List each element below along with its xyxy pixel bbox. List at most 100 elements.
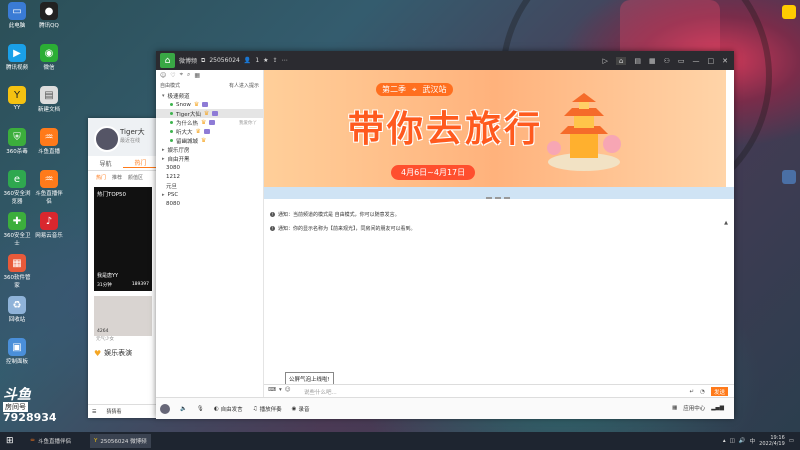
desktop-icon-tencent-video[interactable]: ▶ 腾讯视频 bbox=[2, 44, 32, 71]
emoji-icon[interactable]: ☺ bbox=[285, 387, 291, 393]
bottom-label[interactable]: 猜猜看 bbox=[106, 408, 121, 415]
event-banner[interactable]: 第二季 ⌖ 武汉站 带你去旅行 4月6日~4月17日 bbox=[264, 70, 726, 187]
member-row[interactable]: 留幽城城 ♛ bbox=[156, 136, 263, 145]
tray-expand-icon[interactable]: ▴ bbox=[723, 438, 726, 444]
yy-icon: Y bbox=[8, 86, 26, 104]
share-icon[interactable]: ⇪ bbox=[273, 57, 278, 64]
video-icon[interactable]: ▷ bbox=[603, 57, 608, 65]
app-icon[interactable] bbox=[782, 170, 796, 184]
clock[interactable]: 19:16 2022/4/19 bbox=[759, 435, 785, 447]
enter-hint[interactable]: 有人进入提示 bbox=[229, 82, 259, 89]
subtab-hot[interactable]: 热门 bbox=[96, 174, 106, 181]
desktop-icon-netease-music[interactable]: ♪ 网易云音乐 bbox=[34, 212, 64, 239]
input-actions: ↵ ◔ 发送 bbox=[690, 387, 728, 396]
home-icon[interactable]: ⌂ bbox=[615, 56, 627, 65]
window-icon[interactable]: ▭ bbox=[678, 57, 685, 65]
channel-id: 25056024 bbox=[209, 57, 240, 64]
record-button[interactable]: ◉ 录音 bbox=[292, 405, 310, 413]
network-icon[interactable]: ◫ bbox=[730, 438, 735, 444]
member-row[interactable]: Snow ♛ bbox=[156, 100, 263, 109]
panel-tabs: 导航 热门 bbox=[88, 156, 158, 171]
maximize-button[interactable]: □ bbox=[708, 57, 715, 65]
section-entertainment[interactable]: ♥ 娱乐表演 bbox=[88, 342, 158, 358]
card-duration: 31分钟 bbox=[97, 283, 112, 288]
minimize-button[interactable]: — bbox=[693, 57, 700, 65]
accompaniment-button[interactable]: ♫ 播放伴奏 bbox=[253, 405, 282, 413]
desktop-icon-yy[interactable]: Y YY bbox=[2, 86, 32, 111]
free-speak-button[interactable]: ◐ 自由发言 bbox=[214, 405, 243, 413]
home-logo-icon[interactable]: ⌂ bbox=[160, 53, 175, 68]
banner-pager[interactable] bbox=[486, 197, 510, 199]
user-icon: 👤 bbox=[243, 57, 252, 64]
notification-icon[interactable]: ▭ bbox=[789, 438, 794, 444]
speaker-control[interactable]: 🔈 bbox=[180, 406, 187, 412]
desktop-icon-360-browser[interactable]: e 360安全浏览器 bbox=[2, 170, 32, 205]
online-dot-icon bbox=[170, 103, 173, 106]
desktop-icon-qq[interactable]: ● 腾讯QQ bbox=[34, 2, 64, 29]
member-row-selected[interactable]: Tiger大仙 ♛ bbox=[156, 109, 263, 118]
sub-channel[interactable]: ▸ 自由开黑 bbox=[156, 154, 263, 163]
keyboard-icon[interactable]: ⌨ bbox=[268, 387, 276, 393]
desktop-icon-douyu-companion[interactable]: ♒ 斗鱼直播伴侣 bbox=[34, 170, 64, 205]
computer-icon: ▭ bbox=[8, 2, 26, 20]
subtab-beauty[interactable]: 颜值区 bbox=[128, 174, 143, 181]
sub-channel-name: 娱乐厅房 bbox=[167, 147, 190, 154]
taskbar-app[interactable]: ♒ 斗鱼直播伴侣 bbox=[26, 434, 75, 448]
sub-channel[interactable]: 元旦 bbox=[156, 181, 263, 190]
star-icon[interactable]: ★ bbox=[263, 57, 268, 64]
desktop-icon-this-pc[interactable]: ▭ 此电脑 bbox=[2, 2, 32, 29]
member-row[interactable]: 为什么热 ♛ 我爱你丫 bbox=[156, 118, 263, 127]
sub-channel[interactable]: 3080 bbox=[156, 163, 263, 172]
grid-icon[interactable]: ▦ bbox=[194, 72, 200, 79]
channel-root[interactable]: ▾ 极速频道 bbox=[156, 91, 263, 100]
desktop-icon-360-antivirus[interactable]: ⛨ 360杀毒 bbox=[2, 128, 32, 155]
more-icon[interactable]: ⋯ bbox=[282, 57, 288, 64]
windows-start-icon[interactable]: ⊞ bbox=[6, 436, 14, 446]
sub-channel[interactable]: ▸ PSC bbox=[156, 190, 263, 199]
tab-nav[interactable]: 导航 bbox=[88, 159, 123, 168]
send-button[interactable]: 发送 bbox=[710, 387, 728, 396]
notice-text: 通知：你的显示名称为【前来观光】，同房间的朋友可以看到。 bbox=[278, 225, 416, 232]
chevron-down-icon[interactable]: ▾ bbox=[279, 387, 282, 393]
people-icon[interactable]: ☺ bbox=[160, 72, 166, 79]
app-center-button[interactable]: 应用中心 bbox=[683, 404, 705, 412]
close-button[interactable]: ✕ bbox=[722, 57, 728, 65]
desktop-icon-new-doc[interactable]: ▤ 新建文档 bbox=[34, 86, 64, 113]
desktop-icon-360-guard[interactable]: ✚ 360安全卫士 bbox=[2, 212, 32, 247]
enter-icon[interactable]: ↵ bbox=[690, 389, 695, 395]
hot-top-card[interactable]: 热门TOP50 我是唐YY 31分钟 189397 bbox=[94, 187, 152, 291]
banner-city: 武汉站 bbox=[422, 85, 447, 94]
gamepad-icon[interactable]: ⚇ bbox=[664, 57, 670, 65]
location-icon[interactable]: ⌖ bbox=[180, 71, 183, 79]
desktop-icon-douyu[interactable]: ♒ 斗鱼直播 bbox=[34, 128, 64, 155]
app-icon[interactable] bbox=[782, 5, 796, 19]
chat-input[interactable]: 说些什么吧... bbox=[304, 388, 337, 396]
ime-icon[interactable]: 中 bbox=[750, 437, 756, 445]
mic-control[interactable]: 🎙 bbox=[197, 406, 204, 412]
menu-icon[interactable]: ☰ bbox=[92, 409, 96, 415]
desktop-icon-wechat[interactable]: ◉ 微信 bbox=[34, 44, 64, 71]
search-icon[interactable]: ⌕ bbox=[187, 71, 190, 79]
subtab-recommend[interactable]: 推荐 bbox=[112, 174, 122, 181]
sub-channel[interactable]: 8080 bbox=[156, 199, 263, 208]
sub-channel[interactable]: 1212 bbox=[156, 172, 263, 181]
member-row[interactable]: 听大大 ♛ bbox=[156, 127, 263, 136]
mode-label[interactable]: 自由模式 bbox=[160, 82, 180, 89]
table-icon[interactable]: ▦ bbox=[649, 57, 656, 65]
desktop-icon-control-panel[interactable]: ▣ 控制面板 bbox=[2, 338, 32, 365]
volume-icon[interactable]: 🔊 bbox=[739, 438, 746, 444]
list-icon[interactable]: ▤ bbox=[634, 57, 641, 65]
heart-icon[interactable]: ♡ bbox=[170, 72, 175, 79]
avatar-small[interactable] bbox=[160, 403, 170, 414]
desktop-icon-recycle-bin[interactable]: ♻ 回收站 bbox=[2, 296, 32, 323]
sub-channel[interactable]: ▸ 娱乐厅房 bbox=[156, 145, 263, 154]
bubble-icon[interactable]: ◔ bbox=[700, 389, 705, 395]
taskbar-app-active[interactable]: Y 25056024 微博频 bbox=[90, 434, 151, 448]
desktop-icon-360-software[interactable]: ▦ 360软件管家 bbox=[2, 254, 32, 289]
avatar[interactable] bbox=[94, 126, 120, 152]
copy-icon[interactable]: ⧉ bbox=[201, 57, 205, 65]
tab-hot[interactable]: 热门 bbox=[123, 158, 158, 168]
scroll-up-icon[interactable]: ▲ bbox=[724, 220, 728, 226]
desktop-icon-label: 360杀毒 bbox=[6, 149, 28, 155]
streamer-card[interactable]: 4264 bbox=[94, 296, 152, 336]
